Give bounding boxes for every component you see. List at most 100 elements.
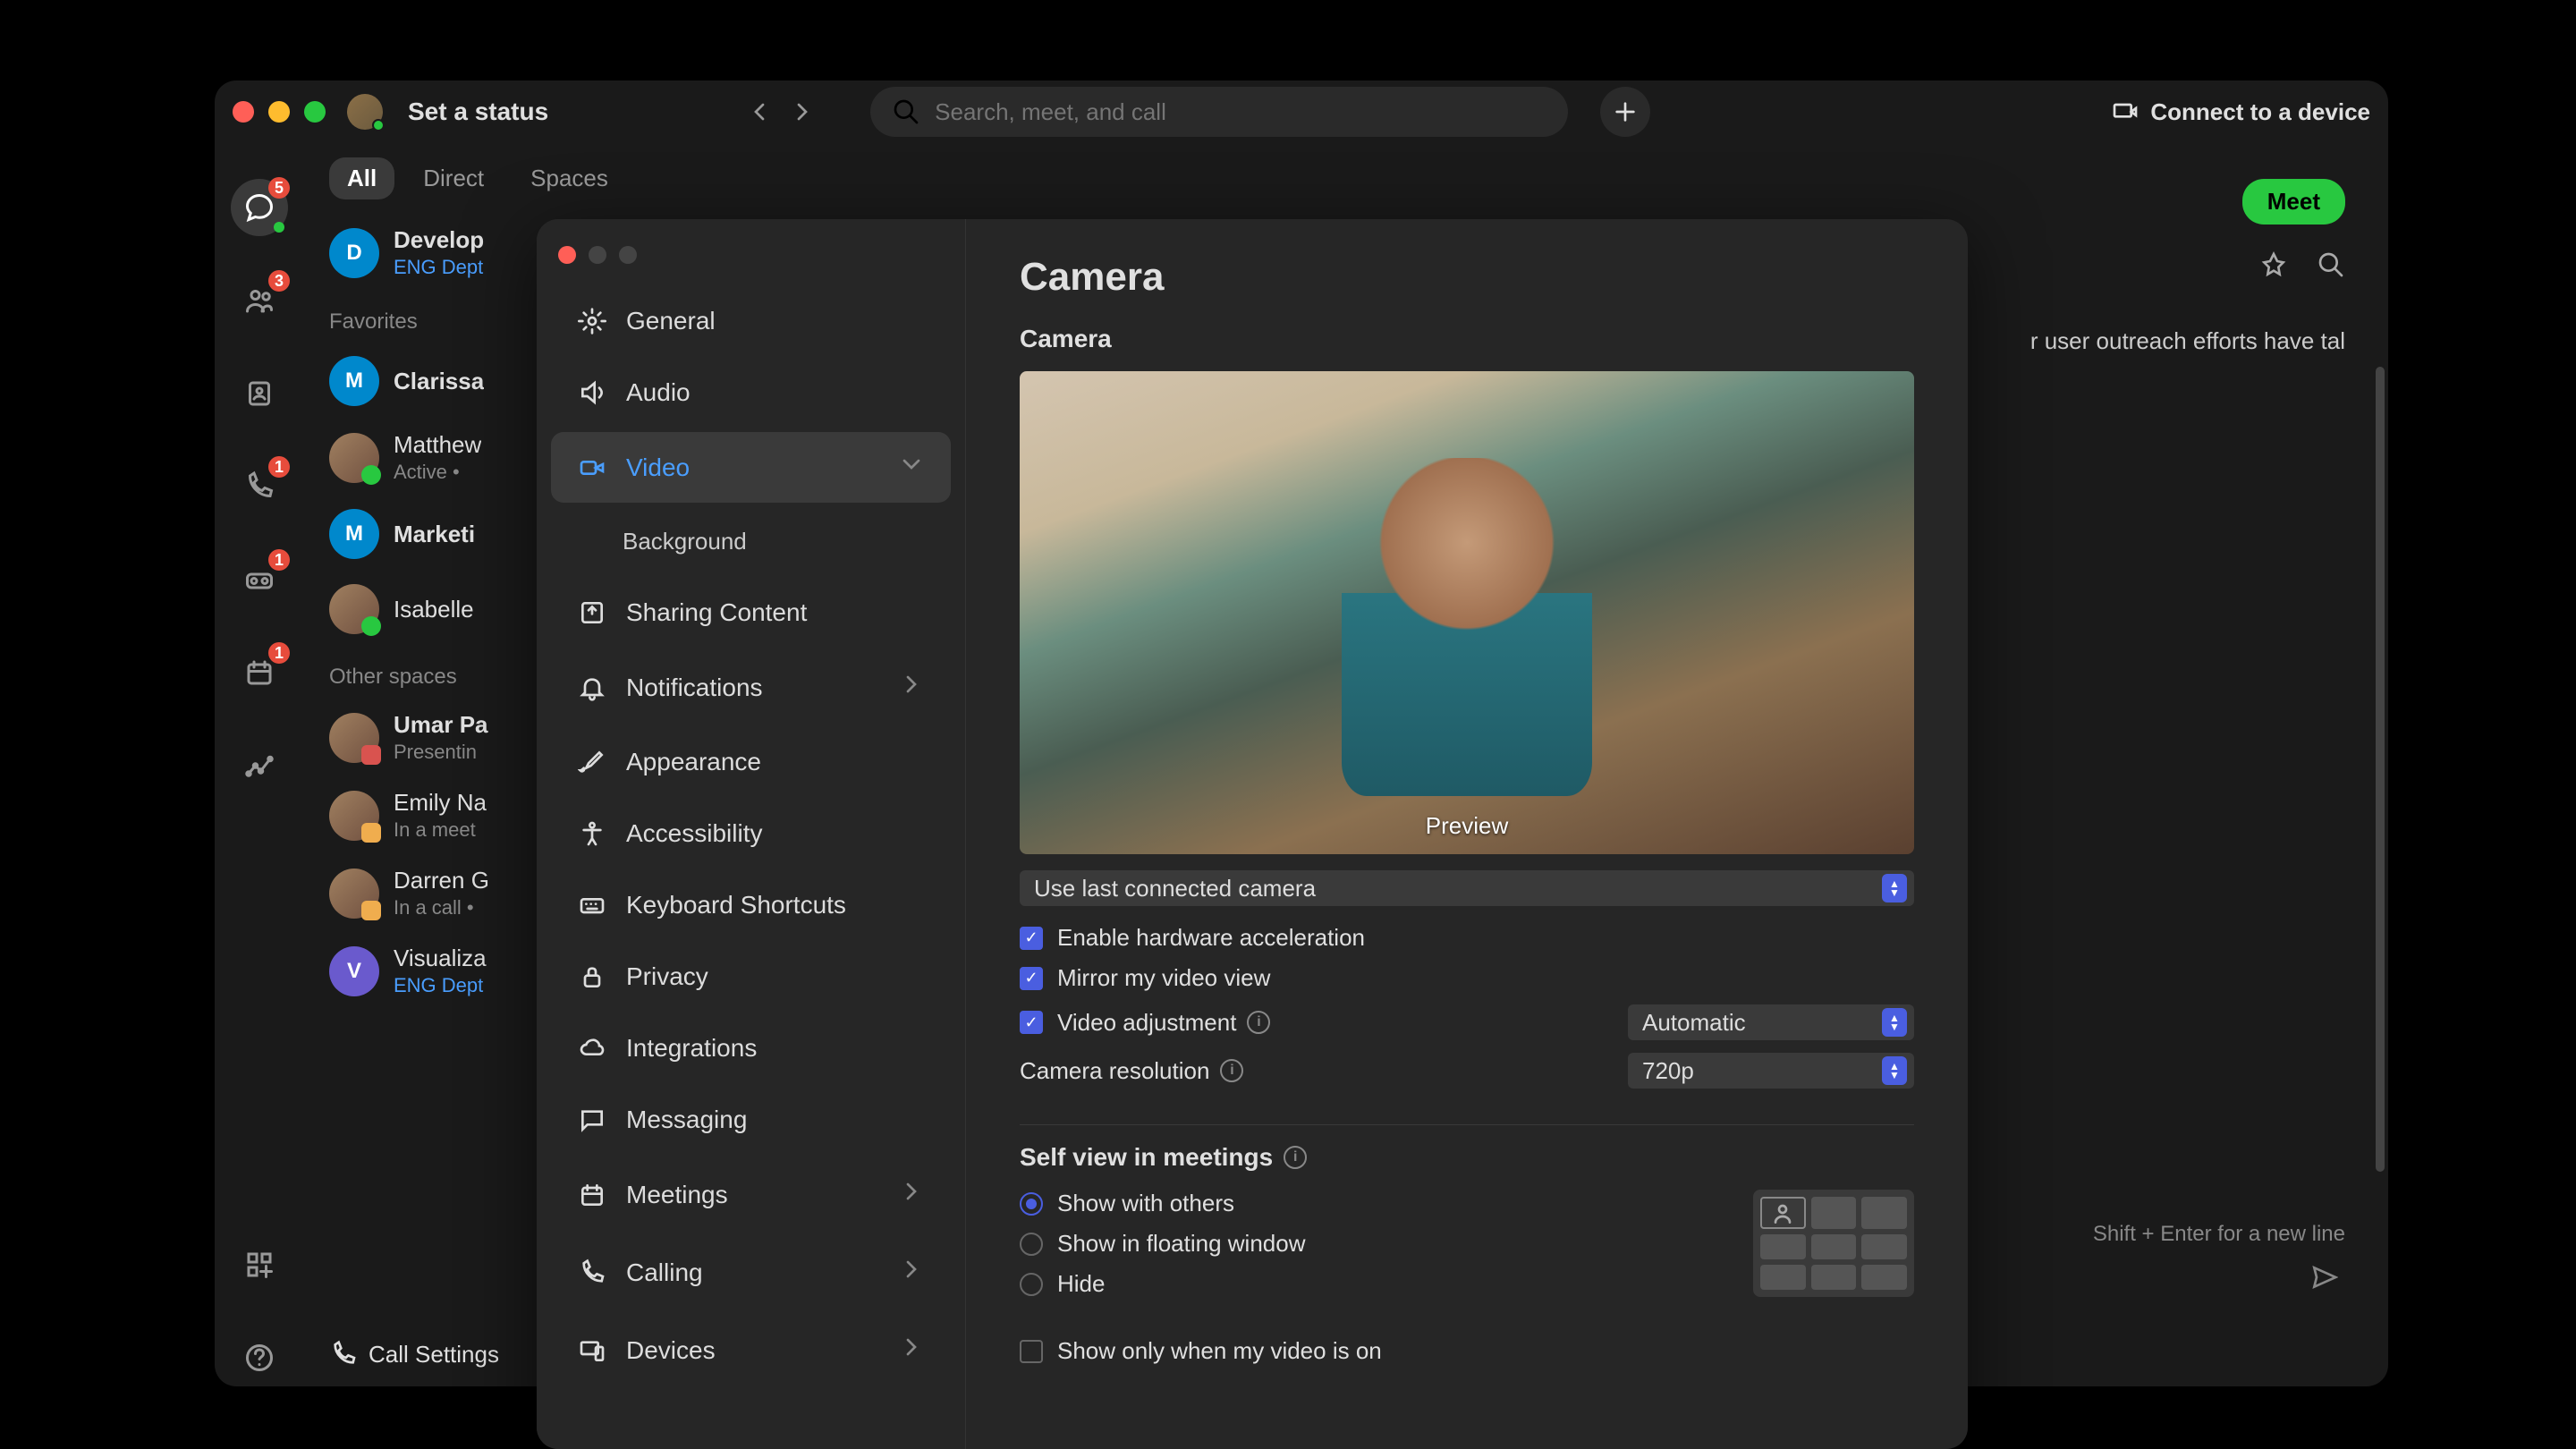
tab-all[interactable]: All [329, 157, 394, 199]
meet-button[interactable]: Meet [2242, 179, 2345, 225]
avatar: D [329, 228, 379, 278]
minimize-window[interactable] [268, 101, 290, 123]
self-avatar[interactable] [347, 94, 383, 130]
settings-integrations[interactable]: Integrations [551, 1016, 951, 1080]
send-button[interactable] [2309, 1263, 2338, 1296]
avatar: M [329, 356, 379, 406]
show-only-checkbox[interactable]: Show only when my video is on [1020, 1337, 1914, 1365]
connect-device-button[interactable]: Connect to a device [2111, 97, 2370, 126]
settings-background[interactable]: Background [551, 510, 951, 573]
speaker-icon [576, 378, 608, 407]
nav-calls[interactable]: 1 [231, 458, 288, 515]
nav-insights[interactable] [231, 737, 288, 794]
tab-direct[interactable]: Direct [405, 157, 502, 199]
contacts-badge: 3 [268, 270, 290, 292]
video-adj-select[interactable]: Automatic▲▼ [1628, 1004, 1914, 1040]
camera-preview: Preview [1020, 371, 1914, 854]
camera-select[interactable]: Use last connected camera ▲▼ [1020, 870, 1914, 906]
set-status-button[interactable]: Set a status [408, 97, 548, 126]
self-cell-icon [1760, 1197, 1806, 1229]
share-icon [576, 598, 608, 627]
nav-voicemail[interactable]: 1 [231, 551, 288, 608]
settings-video[interactable]: Video [551, 432, 951, 503]
search-icon [892, 97, 920, 126]
info-icon[interactable]: i [1284, 1146, 1307, 1169]
nav-meetings[interactable]: 1 [231, 644, 288, 701]
settings-minimize [589, 246, 606, 264]
sv-hide-radio[interactable]: Hide [1020, 1270, 1306, 1298]
pin-icon[interactable] [2259, 250, 2288, 279]
brush-icon [576, 748, 608, 776]
chat-badge: 5 [268, 177, 290, 199]
settings-accessibility[interactable]: Accessibility [551, 801, 951, 866]
phone-icon [329, 1340, 358, 1368]
avatar [329, 869, 379, 919]
video-icon [576, 453, 608, 482]
info-icon[interactable]: i [1247, 1011, 1270, 1034]
settings-content: Camera Camera Preview Use last connected… [966, 219, 1968, 1449]
select-arrows-icon: ▲▼ [1882, 1008, 1907, 1037]
nav-forward[interactable] [784, 94, 820, 130]
voicemail-badge: 1 [268, 549, 290, 571]
checkbox-checked-icon: ✓ [1020, 927, 1043, 950]
radio-checked-icon [1020, 1192, 1043, 1216]
settings-keyboard[interactable]: Keyboard Shortcuts [551, 873, 951, 937]
radio-icon [1020, 1273, 1043, 1296]
close-window[interactable] [233, 101, 254, 123]
resolution-select[interactable]: 720p▲▼ [1628, 1053, 1914, 1089]
settings-meetings[interactable]: Meetings [551, 1159, 951, 1230]
nav-back[interactable] [741, 94, 777, 130]
settings-appearance[interactable]: Appearance [551, 730, 951, 794]
chat-icon [576, 1106, 608, 1134]
select-arrows-icon: ▲▼ [1882, 874, 1907, 902]
chevron-right-icon [897, 1177, 926, 1212]
chevron-right-icon [897, 1255, 926, 1290]
presence-dnd-icon [361, 745, 381, 765]
bell-icon [576, 674, 608, 702]
tab-spaces[interactable]: Spaces [513, 157, 626, 199]
presence-call-icon [361, 901, 381, 920]
settings-messaging[interactable]: Messaging [551, 1088, 951, 1152]
sv-with-others-radio[interactable]: Show with others [1020, 1190, 1306, 1217]
avatar: V [329, 946, 379, 996]
meetings-badge: 1 [268, 642, 290, 664]
camera-heading: Camera [1020, 325, 1914, 353]
hw-accel-checkbox[interactable]: ✓Enable hardware acceleration [1020, 924, 1914, 952]
nav-help[interactable] [231, 1329, 288, 1386]
new-button[interactable] [1600, 87, 1650, 137]
search-bar[interactable] [870, 87, 1568, 137]
select-arrows-icon: ▲▼ [1882, 1056, 1907, 1085]
nav-rail: 5 3 1 1 1 [215, 143, 304, 1386]
checkbox-icon [1020, 1340, 1043, 1363]
info-icon[interactable]: i [1220, 1059, 1243, 1082]
video-adj-checkbox[interactable]: ✓ [1020, 1011, 1043, 1034]
nav-contacts[interactable] [231, 365, 288, 422]
nav-teams[interactable]: 3 [231, 272, 288, 329]
settings-devices[interactable]: Devices [551, 1315, 951, 1385]
settings-calling[interactable]: Calling [551, 1237, 951, 1308]
mirror-checkbox[interactable]: ✓Mirror my video view [1020, 964, 1914, 992]
traffic-lights [233, 101, 326, 123]
search-input[interactable] [935, 98, 1546, 126]
settings-close[interactable] [558, 246, 576, 264]
keyboard-icon [576, 891, 608, 919]
settings-sharing[interactable]: Sharing Content [551, 580, 951, 645]
sv-floating-radio[interactable]: Show in floating window [1020, 1230, 1306, 1258]
settings-audio[interactable]: Audio [551, 360, 951, 425]
avatar [329, 791, 379, 841]
settings-title: Camera [1020, 255, 1914, 300]
self-view-grid-preview [1753, 1190, 1914, 1297]
avatar [329, 713, 379, 763]
self-view-heading: Self view in meetingsi [1020, 1124, 1914, 1172]
settings-notifications[interactable]: Notifications [551, 652, 951, 723]
settings-privacy[interactable]: Privacy [551, 945, 951, 1009]
avatar: M [329, 509, 379, 559]
maximize-window[interactable] [304, 101, 326, 123]
nav-apps[interactable] [231, 1236, 288, 1293]
settings-general[interactable]: General [551, 289, 951, 353]
compose-hint: Shift + Enter for a new line [2093, 1222, 2345, 1247]
search-conversation-icon[interactable] [2317, 250, 2345, 279]
scrollbar[interactable] [2376, 367, 2385, 1172]
calendar-icon [576, 1181, 608, 1209]
nav-messaging[interactable]: 5 [231, 179, 288, 236]
